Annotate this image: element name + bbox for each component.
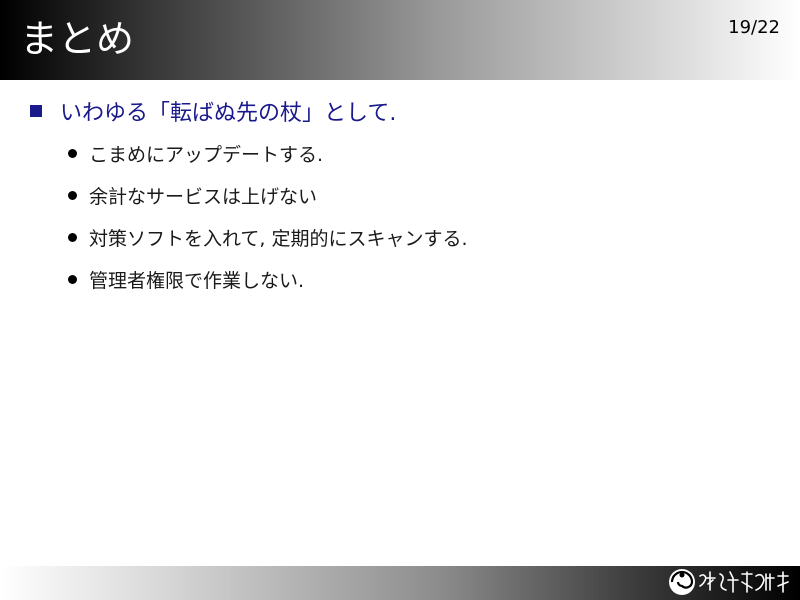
slide-title: まとめ (20, 17, 135, 61)
round-bullet-icon (68, 148, 77, 158)
sub-bullet-text: こまめにアップデートする. (89, 143, 324, 166)
slide-header: まとめ 19/22 (0, 0, 800, 80)
sub-bullet-item: こまめにアップデートする. (68, 132, 770, 174)
round-bullet-icon (68, 232, 77, 242)
organization-logo-icon (669, 569, 789, 595)
round-bullet-icon (68, 190, 77, 200)
sub-bullet-item: 対策ソフトを入れて, 定期的にスキャンする. (68, 216, 770, 258)
main-bullet-text: いわゆる「転ばぬ先の杖」として. (60, 101, 397, 126)
sub-bullet-list: こまめにアップデートする. 余計なサービスは上げない 対策ソフトを入れて, 定期… (68, 132, 770, 300)
slide-footer (0, 566, 800, 600)
square-bullet-icon (30, 105, 42, 117)
slide-content: いわゆる「転ばぬ先の杖」として. こまめにアップデートする. 余計なサービスは上… (30, 94, 770, 300)
round-bullet-icon (68, 274, 77, 284)
sub-bullet-item: 余計なサービスは上げない (68, 174, 770, 216)
page-number: 19/22 (728, 17, 780, 38)
sub-bullet-item: 管理者権限で作業しない. (68, 258, 770, 300)
sub-bullet-text: 管理者権限で作業しない. (89, 269, 305, 292)
sub-bullet-text: 余計なサービスは上げない (89, 185, 318, 208)
sub-bullet-text: 対策ソフトを入れて, 定期的にスキャンする. (89, 227, 468, 250)
main-bullet-item: いわゆる「転ばぬ先の杖」として. (30, 94, 770, 128)
